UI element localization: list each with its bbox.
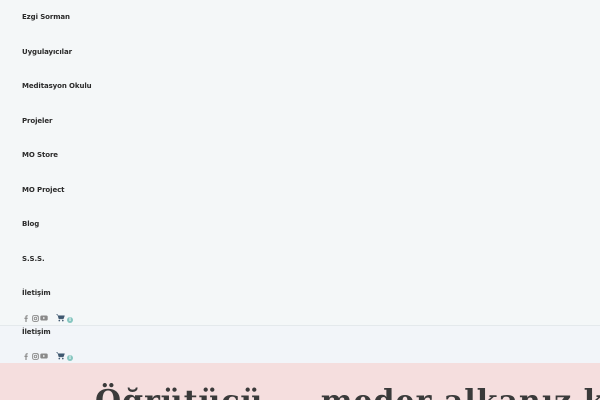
sticky-header (0, 326, 600, 363)
youtube-icon[interactable] (40, 352, 48, 360)
facebook-icon[interactable] (22, 352, 30, 360)
instagram-icon[interactable] (31, 352, 39, 360)
menu-item-ezgi-sorman[interactable]: Ezgi Sorman (22, 12, 70, 22)
shopping-cart-icon (56, 352, 65, 360)
cart-count-badge: 0 (67, 354, 73, 361)
sticky-toolbar: 0 (22, 351, 73, 361)
menu-item-iletisim[interactable]: İletişim (22, 288, 51, 298)
page: Ezgi Sorman Uygulayıcılar Meditasyon Oku… (0, 0, 600, 400)
shopping-cart-icon (56, 314, 65, 322)
menu-item-mo-project[interactable]: MO Project (22, 185, 64, 195)
cart-count-badge: 0 (67, 316, 73, 323)
sticky-menu-item-iletisim[interactable]: İletişim (22, 327, 51, 337)
facebook-icon[interactable] (22, 314, 30, 322)
cart-button[interactable]: 0 (56, 352, 73, 361)
menu-item-meditasyon-okulu[interactable]: Meditasyon Okulu (22, 81, 92, 91)
hero-section: Öğrütücü ... meder alkanız kanış ardı (0, 363, 600, 400)
instagram-icon[interactable] (31, 314, 39, 322)
menu-item-blog[interactable]: Blog (22, 219, 39, 229)
hero-title: Öğrütücü ... meder alkanız kanış ardı (95, 385, 600, 400)
menu-item-mo-store[interactable]: MO Store (22, 150, 58, 160)
cart-button[interactable]: 0 (56, 314, 73, 323)
youtube-icon[interactable] (40, 314, 48, 322)
menu-item-sss[interactable]: S.S.S. (22, 254, 45, 264)
menu-toolbar: 0 (22, 313, 73, 323)
menu-item-projeler[interactable]: Projeler (22, 116, 52, 126)
menu-item-uygulayicilar[interactable]: Uygulayıcılar (22, 47, 72, 57)
